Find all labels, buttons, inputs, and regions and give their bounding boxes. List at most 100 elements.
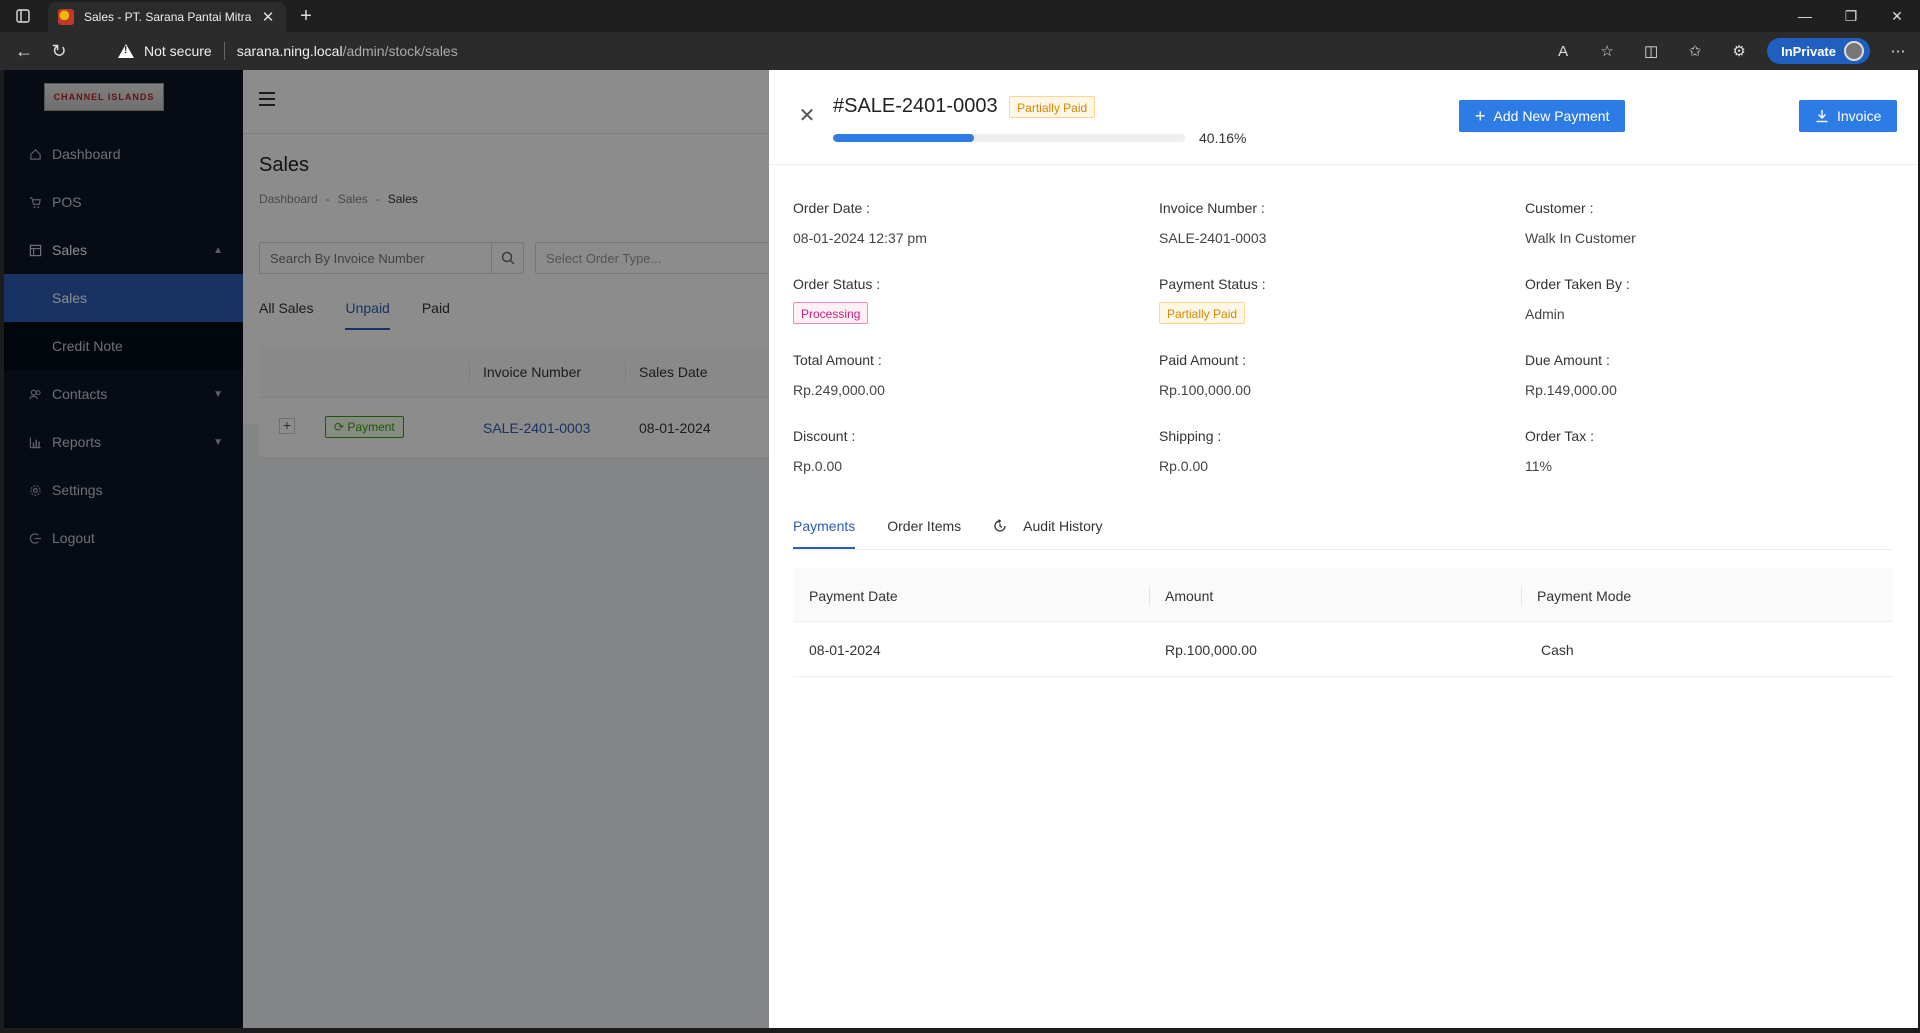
browser-tab-bar: Sales - PT. Sarana Pantai Mitra Se ✕ + —… [0, 0, 1920, 32]
progress-percent: 40.16% [1199, 130, 1247, 146]
header-amount: Amount [1165, 588, 1214, 604]
tab-actions-icon[interactable] [12, 6, 34, 26]
order-detail-tabs: Payments Order Items Audit History [793, 506, 1893, 550]
due-amount-value: Rp.149,000.00 [1525, 382, 1617, 398]
payment-status-label: Payment Status : [1159, 276, 1266, 292]
paid-amount-label: Paid Amount : [1159, 352, 1247, 368]
favorites-icon[interactable]: ✩ [1673, 42, 1717, 60]
order-taken-by-label: Order Taken By : [1525, 276, 1630, 292]
discount-value: Rp.0.00 [793, 458, 843, 474]
invoice-download-button[interactable]: Invoice [1799, 100, 1898, 132]
window-bottom-edge [0, 1028, 1920, 1033]
add-new-payment-label: Add New Payment [1493, 108, 1610, 124]
order-number: #SALE-2401-0003 [833, 95, 998, 117]
invoice-number-value: SALE-2401-0003 [1159, 230, 1267, 246]
order-status-label: Order Status : [793, 276, 881, 292]
customer-value: Walk In Customer [1525, 230, 1636, 246]
more-options-icon[interactable]: ⋯ [1876, 42, 1920, 60]
order-title: #SALE-2401-0003 Partially Paid [833, 95, 1096, 118]
discount-label: Discount : [793, 428, 856, 444]
warning-icon [118, 44, 134, 58]
new-tab-icon[interactable]: + [294, 4, 318, 28]
order-taken-by-field: Order Taken By : Admin [1525, 276, 1865, 322]
browser-toolbar: A ☆ ◫ ✩ ⚙ InPrivate ⋯ [1541, 36, 1920, 66]
url-divider [223, 42, 225, 60]
not-secure-label: Not secure [144, 43, 212, 59]
tab-payments[interactable]: Payments [793, 506, 856, 549]
refresh-icon[interactable]: ↻ [45, 39, 73, 63]
order-status-badge: Processing [793, 302, 869, 324]
payment-progress-bar [833, 134, 1185, 142]
invoice-number-label: Invoice Number : [1159, 200, 1265, 216]
tab-title: Sales - PT. Sarana Pantai Mitra Se [84, 10, 252, 24]
inprivate-label: InPrivate [1781, 43, 1836, 59]
order-date-value: 08-01-2024 12:37 pm [793, 230, 927, 246]
order-tax-value: 11% [1525, 458, 1552, 474]
browser-address-bar: ← ↻ Not secure sarana.ning.local /admin/… [0, 32, 1920, 70]
invoice-button-label: Invoice [1837, 108, 1882, 124]
order-status-field: Order Status : Processing [793, 276, 1133, 324]
total-amount-field: Total Amount : Rp.249,000.00 [793, 352, 1133, 398]
due-amount-label: Due Amount : [1525, 352, 1610, 368]
audit-history-label: Audit History [1023, 518, 1103, 534]
payments-table-header: Payment Date Amount Payment Mode [793, 568, 1893, 622]
total-amount-value: Rp.249,000.00 [793, 382, 885, 398]
url-field[interactable]: Not secure sarana.ning.local /admin/stoc… [104, 36, 1604, 66]
status-badge: Partially Paid [1009, 95, 1096, 118]
inprivate-button[interactable]: InPrivate [1767, 38, 1870, 64]
restore-icon[interactable]: ❐ [1828, 0, 1874, 32]
order-tax-label: Order Tax : [1525, 428, 1594, 444]
invoice-number-field: Invoice Number : SALE-2401-0003 [1159, 200, 1499, 246]
paid-amount-field: Paid Amount : Rp.100,000.00 [1159, 352, 1499, 398]
payments-table: Payment Date Amount Payment Mode 08-01-2… [793, 568, 1893, 677]
url-path: /admin/stock/sales [342, 43, 458, 59]
payment-status-badge: Partially Paid [1159, 302, 1246, 324]
shipping-value: Rp.0.00 [1159, 458, 1209, 474]
split-screen-icon[interactable]: ◫ [1629, 42, 1673, 60]
history-icon [994, 519, 1006, 532]
order-date-label: Order Date : [793, 200, 871, 216]
discount-field: Discount : Rp.0.00 [793, 428, 1133, 474]
order-date-field: Order Date : 08-01-2024 12:37 pm [793, 200, 1133, 246]
add-new-payment-button[interactable]: + Add New Payment [1459, 100, 1626, 132]
favorite-star-icon[interactable]: ☆ [1585, 42, 1629, 60]
minimize-icon[interactable]: — [1782, 0, 1828, 32]
order-taken-by-value: Admin [1525, 306, 1565, 322]
customer-label: Customer : [1525, 200, 1594, 216]
app-viewport: CHANNEL ISLANDS Dashboard POS Sales ▲ Sa… [4, 70, 1918, 1028]
favicon-icon [58, 9, 74, 25]
total-amount-label: Total Amount : [793, 352, 882, 368]
plus-icon: + [1475, 106, 1486, 126]
drawer-header: ✕ #SALE-2401-0003 Partially Paid 40.16% … [769, 70, 1918, 165]
customer-field: Customer : Walk In Customer [1525, 200, 1865, 246]
payment-mode-cell: Cash [1541, 642, 1574, 658]
payment-date-cell: 08-01-2024 [809, 642, 881, 658]
back-icon[interactable]: ← [10, 39, 38, 63]
shipping-label: Shipping : [1159, 428, 1222, 444]
header-payment-mode: Payment Mode [1537, 588, 1632, 604]
browser-tab[interactable]: Sales - PT. Sarana Pantai Mitra Se ✕ [48, 2, 286, 32]
payment-status-field: Payment Status : Partially Paid [1159, 276, 1499, 324]
order-details-drawer: ✕ #SALE-2401-0003 Partially Paid 40.16% … [769, 70, 1918, 1028]
tab-audit-history[interactable]: Audit History [993, 506, 1103, 549]
column-divider [1521, 586, 1522, 606]
order-tax-field: Order Tax : 11% [1525, 428, 1865, 474]
header-payment-date: Payment Date [809, 588, 898, 604]
table-row: 08-01-2024 Rp.100,000.00 Cash [793, 622, 1893, 677]
shipping-field: Shipping : Rp.0.00 [1159, 428, 1499, 474]
close-tab-icon[interactable]: ✕ [260, 8, 276, 26]
window-close-icon[interactable]: ✕ [1874, 0, 1920, 32]
payment-progress-fill [833, 134, 975, 142]
extensions-icon[interactable]: ⚙ [1717, 42, 1761, 60]
tab-order-items[interactable]: Order Items [887, 506, 961, 549]
paid-amount-value: Rp.100,000.00 [1159, 382, 1251, 398]
payment-amount-cell: Rp.100,000.00 [1165, 642, 1257, 658]
due-amount-field: Due Amount : Rp.149,000.00 [1525, 352, 1865, 398]
profile-avatar-icon [1844, 41, 1864, 61]
read-aloud-icon[interactable]: A [1541, 43, 1585, 60]
window-controls: — ❐ ✕ [1782, 0, 1920, 32]
column-divider [1149, 586, 1150, 606]
close-drawer-icon[interactable]: ✕ [797, 106, 817, 126]
download-icon [1816, 110, 1828, 123]
url-host: sarana.ning.local [236, 43, 343, 59]
